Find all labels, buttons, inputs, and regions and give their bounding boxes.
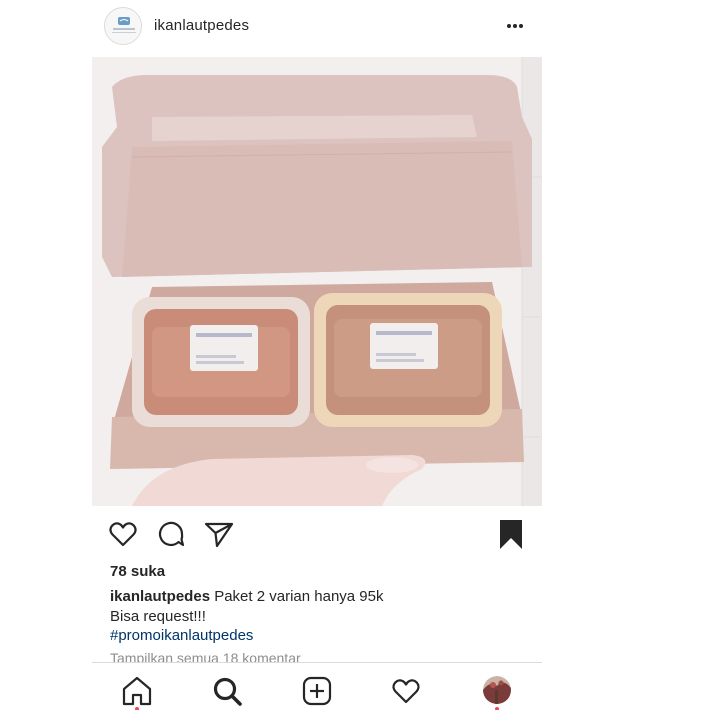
caption-text: Paket 2 varian hanya 95k <box>210 588 384 605</box>
more-options-icon[interactable] <box>502 14 528 38</box>
post-caption: ikanlautpedes Paket 2 varian hanya 95k B… <box>110 587 530 646</box>
search-icon[interactable] <box>211 675 243 707</box>
caption-line-2: Bisa request!!! <box>110 607 206 625</box>
send-icon[interactable] <box>203 518 235 550</box>
brand-logo-icon[interactable] <box>104 7 142 45</box>
home-icon[interactable] <box>121 675 153 707</box>
instagram-post: ikanlautpedes 78 suka ikanlautpedes Pake… <box>92 0 542 710</box>
action-bar <box>92 514 542 556</box>
caption-username[interactable]: ikanlautpedes <box>110 588 210 605</box>
post-photo[interactable] <box>92 57 542 506</box>
new-post-icon[interactable] <box>301 675 333 707</box>
activity-icon[interactable] <box>390 675 422 707</box>
hashtag-link[interactable]: #promoikanlautpedes <box>110 626 530 646</box>
profile-avatar[interactable] <box>483 676 511 704</box>
heart-icon[interactable] <box>107 518 139 550</box>
post-username[interactable]: ikanlautpedes <box>154 17 249 34</box>
likes-count[interactable]: 78 suka <box>110 563 165 580</box>
post-header: ikanlautpedes <box>92 0 542 52</box>
bottom-nav <box>92 662 542 710</box>
comment-icon[interactable] <box>155 518 187 550</box>
bookmark-icon[interactable] <box>495 518 527 550</box>
